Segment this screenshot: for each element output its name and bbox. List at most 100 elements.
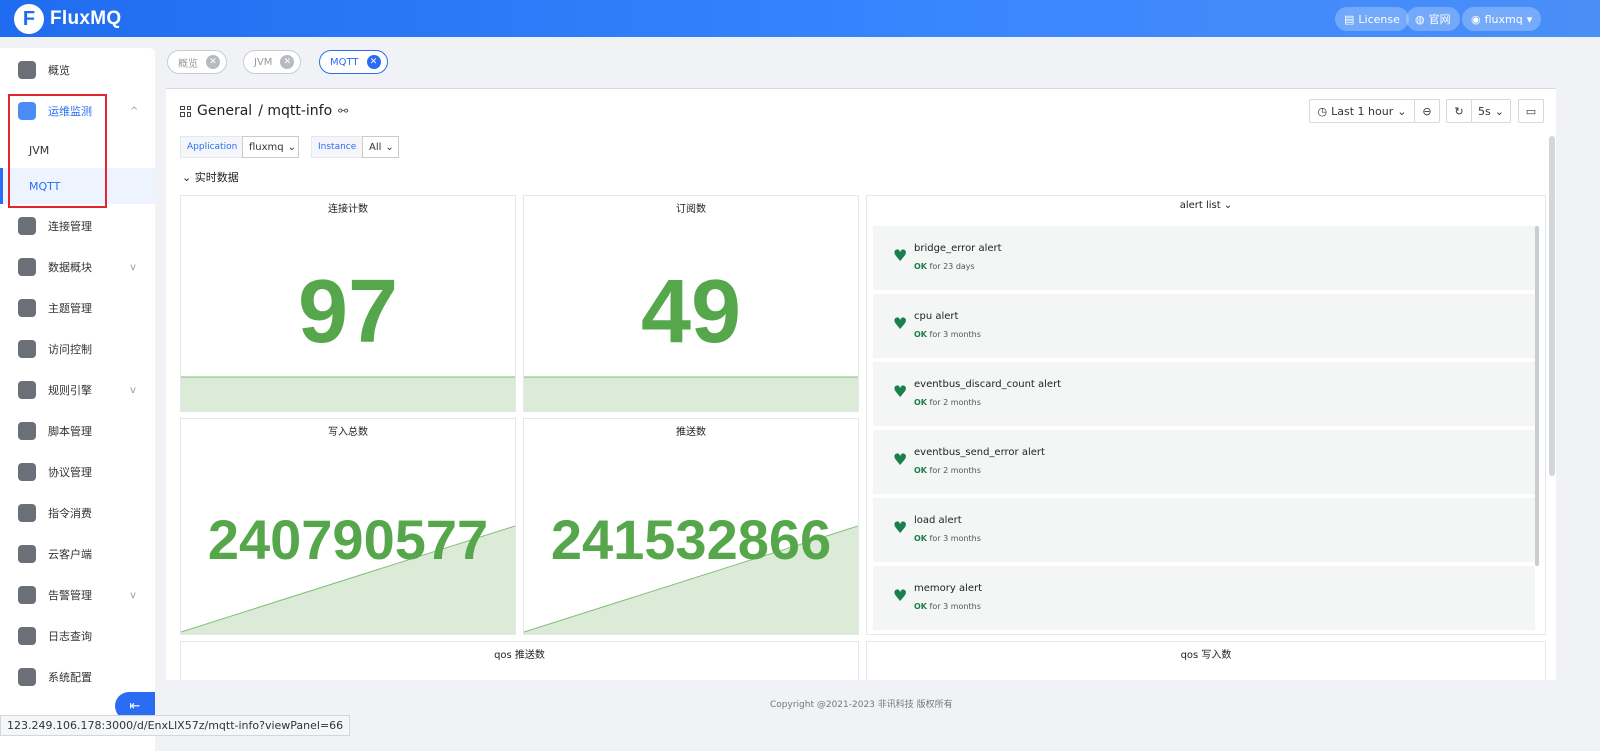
chevron-down-icon: v xyxy=(130,261,136,273)
sidebar-item-system-config[interactable]: 系统配置 xyxy=(0,657,155,697)
panel-alert-list[interactable]: alert list ⌄ ♥ bridge_error alert OK for… xyxy=(866,195,1546,635)
alert-state: OK for 2 months xyxy=(914,466,981,475)
alert-item[interactable]: ♥ bridge_error alert OK for 23 days xyxy=(873,226,1535,290)
dashboard-folder[interactable]: General xyxy=(197,103,252,119)
tab-label: 概览 xyxy=(178,58,198,70)
cloud-icon xyxy=(18,545,36,563)
alert-item[interactable]: ♥ eventbus_discard_count alert OK for 2 … xyxy=(873,362,1535,426)
alert-state-value: OK xyxy=(914,534,927,543)
dashboard-name[interactable]: / mqtt-info xyxy=(258,103,332,119)
clock-icon: ◷ xyxy=(1317,104,1328,118)
share-icon[interactable]: ⚯ xyxy=(338,104,348,118)
panel-writes[interactable]: 写入总数 240790577 xyxy=(180,418,516,635)
sidebar-item-overview[interactable]: 概览 xyxy=(0,50,155,90)
panel-connections[interactable]: 连接计数 97 xyxy=(180,195,516,412)
sidebar-item-logs[interactable]: 日志查询 xyxy=(0,616,155,656)
chevron-down-icon: v xyxy=(130,589,136,601)
panel-title[interactable]: alert list ⌄ xyxy=(867,200,1545,211)
sidebar-item-label: 访问控制 xyxy=(48,343,92,356)
heart-icon: ♥ xyxy=(893,246,908,265)
row-toggle[interactable]: ⌄ 实时数据 xyxy=(182,169,239,185)
website-label: 官网 xyxy=(1428,13,1451,26)
brand-name: FluxMQ xyxy=(50,8,122,29)
globe-icon: ◍ xyxy=(1415,12,1425,26)
license-label: License xyxy=(1358,12,1400,26)
refresh-icon: ↻ xyxy=(1454,104,1464,118)
close-icon[interactable]: ✕ xyxy=(206,55,220,69)
sidebar-item-label: 数据概块 xyxy=(48,261,92,274)
sidebar-item-commands[interactable]: 指令消费 xyxy=(0,493,155,533)
panel-title: qos 写入数 xyxy=(1180,650,1232,661)
sidebar-item-label: 协议管理 xyxy=(48,466,92,479)
panel-qos-write[interactable]: qos 写入数 xyxy=(866,641,1546,680)
alert-duration: for 3 months xyxy=(929,330,981,339)
tab-overview[interactable]: 概览 ✕ xyxy=(167,50,227,74)
sidebar-item-rule-engine[interactable]: 规则引擎 v xyxy=(0,370,155,410)
sidebar-item-protocols[interactable]: 协议管理 xyxy=(0,452,155,492)
time-range-picker[interactable]: ◷ Last 1 hour ⌄ xyxy=(1309,99,1415,123)
tab-jvm[interactable]: JVM ✕ xyxy=(243,50,302,74)
tab-mqtt[interactable]: MQTT ✕ xyxy=(319,50,388,74)
panel-title: 写入总数 xyxy=(328,427,368,438)
zoom-out-button[interactable]: ⊖ xyxy=(1414,99,1440,123)
license-icon: ▤ xyxy=(1344,12,1355,26)
connections-icon xyxy=(18,217,36,235)
database-icon xyxy=(18,258,36,276)
logo-letter: F xyxy=(22,7,36,30)
sparkline xyxy=(524,376,858,411)
sidebar-item-data-module[interactable]: 数据概块 v xyxy=(0,247,155,287)
alert-state-value: OK xyxy=(914,330,927,339)
sidebar-item-topics[interactable]: 主题管理 xyxy=(0,288,155,328)
alert-item[interactable]: ♥ load alert OK for 3 months xyxy=(873,498,1535,562)
alert-state: OK for 2 months xyxy=(914,398,981,407)
sidebar-item-label: 主题管理 xyxy=(48,302,92,315)
page-scrollbar[interactable] xyxy=(1549,136,1555,476)
alert-item[interactable]: ♥ eventbus_send_error alert OK for 2 mon… xyxy=(873,430,1535,494)
application-select[interactable]: fluxmq ⌄ xyxy=(242,136,299,158)
alert-item[interactable]: ♥ cpu alert OK for 3 months xyxy=(873,294,1535,358)
alert-state: OK for 23 days xyxy=(914,262,975,271)
highlight-box xyxy=(8,94,107,208)
logo-mark: F xyxy=(14,4,44,34)
settings-icon xyxy=(18,668,36,686)
sidebar-item-connections[interactable]: 连接管理 xyxy=(0,206,155,246)
panel-pushes[interactable]: 推送数 241532866 xyxy=(523,418,859,635)
alert-state: OK for 3 months xyxy=(914,602,981,611)
alert-name: memory alert xyxy=(914,583,983,594)
variable-label-application: Application xyxy=(180,136,245,158)
chevron-down-icon: ⌄ xyxy=(1223,200,1233,211)
sidebar-item-label: 连接管理 xyxy=(48,220,92,233)
tv-mode-button[interactable]: ▭ xyxy=(1518,99,1544,123)
user-menu[interactable]: ◉ fluxmq ▾ xyxy=(1462,7,1542,31)
tab-label: MQTT xyxy=(330,56,359,68)
instance-select[interactable]: All ⌄ xyxy=(362,136,399,158)
alert-item[interactable]: ♥ memory alert OK for 3 months xyxy=(873,566,1535,630)
sidebar-item-access-control[interactable]: 访问控制 xyxy=(0,329,155,369)
stat-value: 49 xyxy=(640,262,742,362)
sidebar-item-scripts[interactable]: 脚本管理 xyxy=(0,411,155,451)
sidebar-item-alerts[interactable]: 告警管理 v xyxy=(0,575,155,615)
instance-value: All xyxy=(369,141,382,153)
panel-title: 连接计数 xyxy=(328,204,368,215)
alert-duration: for 2 months xyxy=(929,466,981,475)
dashboard-title: General / mqtt-info ⚯ xyxy=(180,103,348,119)
refresh-button[interactable]: ↻ xyxy=(1446,99,1472,123)
license-button[interactable]: ▤ License xyxy=(1335,7,1409,31)
panel-qos-push[interactable]: qos 推送数 xyxy=(180,641,859,680)
sidebar-item-cloud-client[interactable]: 云客户端 xyxy=(0,534,155,574)
user-label: fluxmq xyxy=(1484,12,1523,26)
website-button[interactable]: ◍ 官网 xyxy=(1406,7,1460,31)
refresh-interval-picker[interactable]: 5s ⌄ xyxy=(1471,99,1511,123)
tab-label: JVM xyxy=(254,56,273,68)
alert-list-scrollbar[interactable] xyxy=(1535,226,1539,566)
sidebar-item-label: 日志查询 xyxy=(48,630,92,643)
sidebar-item-label: 规则引擎 xyxy=(48,384,92,397)
stat-value: 97 xyxy=(297,262,399,362)
close-icon[interactable]: ✕ xyxy=(366,55,381,69)
brand-logo[interactable]: F FluxMQ xyxy=(14,4,121,34)
alert-name: cpu alert xyxy=(914,311,959,322)
close-icon[interactable]: ✕ xyxy=(280,55,295,69)
heart-icon: ♥ xyxy=(893,586,908,605)
sidebar-item-label: 系统配置 xyxy=(48,671,92,684)
panel-subscriptions[interactable]: 订阅数 49 xyxy=(523,195,859,412)
